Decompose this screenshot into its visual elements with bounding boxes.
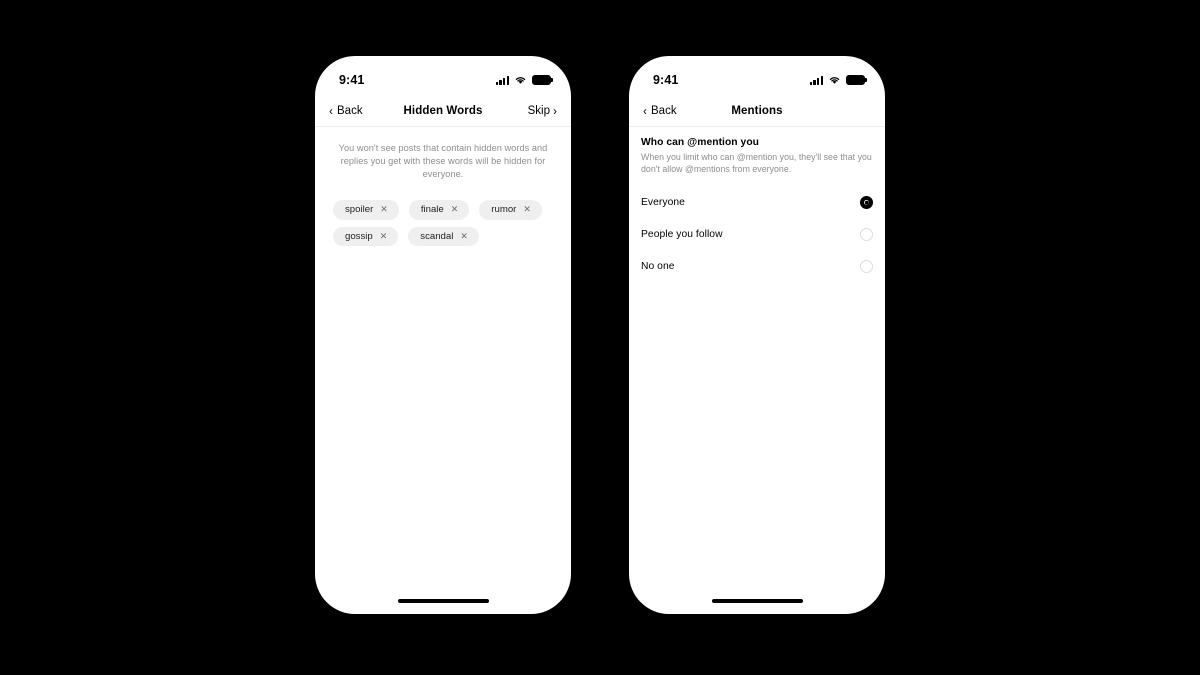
hidden-word-label: rumor — [491, 204, 517, 216]
phone-hidden-words: 9:41 ‹ Back Hidden Words Skip › You won'… — [315, 56, 571, 614]
nav-bar: ‹ Back Mentions — [629, 96, 885, 127]
mentions-section-header: Who can @mention you When you limit who … — [629, 127, 885, 176]
cellular-signal-icon — [809, 75, 823, 85]
close-icon[interactable]: ✕ — [460, 232, 468, 241]
hidden-word-label: gossip — [345, 230, 373, 242]
option-everyone[interactable]: Everyone — [641, 187, 873, 219]
status-bar: 9:41 — [315, 56, 571, 96]
radio-no-one[interactable] — [860, 260, 873, 274]
close-icon[interactable]: ✕ — [451, 205, 459, 214]
skip-button[interactable]: Skip › — [527, 103, 557, 118]
battery-icon — [846, 75, 865, 85]
hidden-word-label: finale — [420, 204, 444, 216]
status-bar-indicators — [495, 75, 551, 85]
hidden-word-chip[interactable]: spoiler ✕ — [333, 200, 399, 220]
phone-mentions: 9:41 ‹ Back Mentions Who can @mention yo… — [629, 56, 885, 614]
close-icon[interactable]: ✕ — [380, 205, 388, 214]
back-button-label: Back — [337, 105, 363, 117]
status-bar-clock: 9:41 — [339, 73, 365, 87]
section-title: Who can @mention you — [641, 137, 760, 148]
mentions-screen: Who can @mention you When you limit who … — [629, 127, 885, 594]
hidden-words-chip-list: spoiler ✕ finale ✕ rumor ✕ gossip ✕ scan… — [315, 181, 571, 247]
back-button[interactable]: ‹ Back — [329, 103, 363, 118]
home-indicator-area — [315, 594, 571, 614]
option-label: Everyone — [641, 197, 685, 209]
chevron-right-icon: › — [553, 103, 557, 118]
hidden-words-screen: You won't see posts that contain hidden … — [315, 127, 571, 594]
option-label: People you follow — [641, 229, 723, 241]
close-icon[interactable]: ✕ — [380, 232, 388, 241]
home-indicator-area — [629, 594, 885, 614]
cellular-signal-icon — [495, 75, 509, 85]
chevron-left-icon: ‹ — [329, 103, 333, 118]
back-button-label: Back — [651, 105, 677, 117]
status-bar: 9:41 — [629, 56, 885, 96]
status-bar-indicators — [809, 75, 865, 85]
mentions-options-list: Everyone People you follow No one — [629, 187, 885, 283]
wifi-icon — [515, 77, 526, 84]
hidden-word-label: spoiler — [345, 204, 374, 216]
status-bar-clock: 9:41 — [653, 73, 679, 87]
option-no-one[interactable]: No one — [641, 251, 873, 283]
hidden-words-description: You won't see posts that contain hidden … — [338, 143, 548, 180]
home-indicator[interactable] — [397, 598, 489, 603]
option-label: No one — [641, 261, 675, 273]
hidden-word-chip[interactable]: scandal ✕ — [408, 226, 479, 247]
home-indicator[interactable] — [711, 598, 803, 603]
wifi-icon — [829, 77, 840, 84]
radio-everyone[interactable] — [860, 196, 873, 210]
radio-people-you-follow[interactable] — [860, 228, 873, 242]
close-icon[interactable]: ✕ — [523, 205, 531, 214]
hidden-word-chip[interactable]: finale ✕ — [408, 200, 470, 220]
nav-bar: ‹ Back Hidden Words Skip › — [315, 96, 571, 127]
option-people-you-follow[interactable]: People you follow — [641, 219, 873, 251]
skip-button-label: Skip — [527, 105, 550, 117]
hidden-word-label: scandal — [420, 230, 454, 242]
chevron-left-icon: ‹ — [643, 103, 647, 118]
hidden-word-chip[interactable]: rumor ✕ — [479, 200, 542, 220]
screenshot-canvas: 9:41 ‹ Back Hidden Words Skip › You won'… — [0, 0, 1200, 675]
battery-icon — [532, 75, 551, 85]
section-subtitle: When you limit who can @mention you, the… — [641, 152, 872, 175]
back-button[interactable]: ‹ Back — [643, 103, 677, 118]
hidden-word-chip[interactable]: gossip ✕ — [333, 226, 399, 247]
